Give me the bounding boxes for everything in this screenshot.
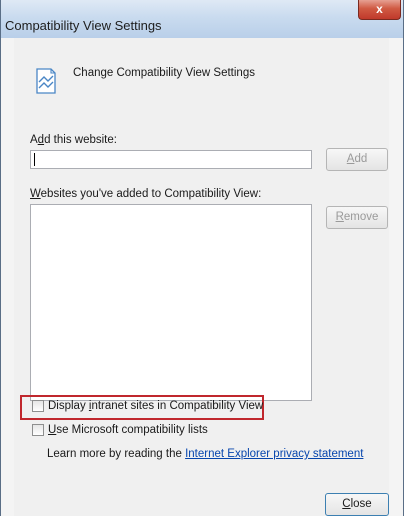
learn-more-text: Learn more by reading the Internet Explo… [47,448,364,460]
websites-list-label: Websites you've added to Compatibility V… [30,188,262,200]
add-button[interactable]: Add [326,148,388,171]
intranet-checkbox[interactable] [32,400,44,412]
microsoft-lists-option[interactable]: Use Microsoft compatibility lists [32,424,208,440]
privacy-statement-link[interactable]: Internet Explorer privacy statement [185,448,363,460]
title-bar[interactable]: Compatibility View Settings x [1,0,403,38]
close-window-button[interactable]: x [358,0,401,20]
websites-listbox[interactable] [30,204,312,401]
text-caret [34,153,35,166]
add-website-label: Add this website: [30,134,117,146]
remove-button[interactable]: Remove [326,206,388,229]
window-title: Compatibility View Settings [5,18,162,33]
compatibility-view-icon [36,68,56,94]
dialog-window: Compatibility View Settings x Change Com… [0,0,404,516]
close-button[interactable]: Close [325,493,389,516]
dialog-client-area: Change Compatibility View Settings Add t… [14,38,389,516]
close-icon: x [376,2,383,16]
add-website-input[interactable] [30,150,312,169]
header-title: Change Compatibility View Settings [73,67,255,79]
microsoft-lists-checkbox[interactable] [32,424,44,436]
intranet-option[interactable]: Display intranet sites in Compatibility … [32,400,263,416]
